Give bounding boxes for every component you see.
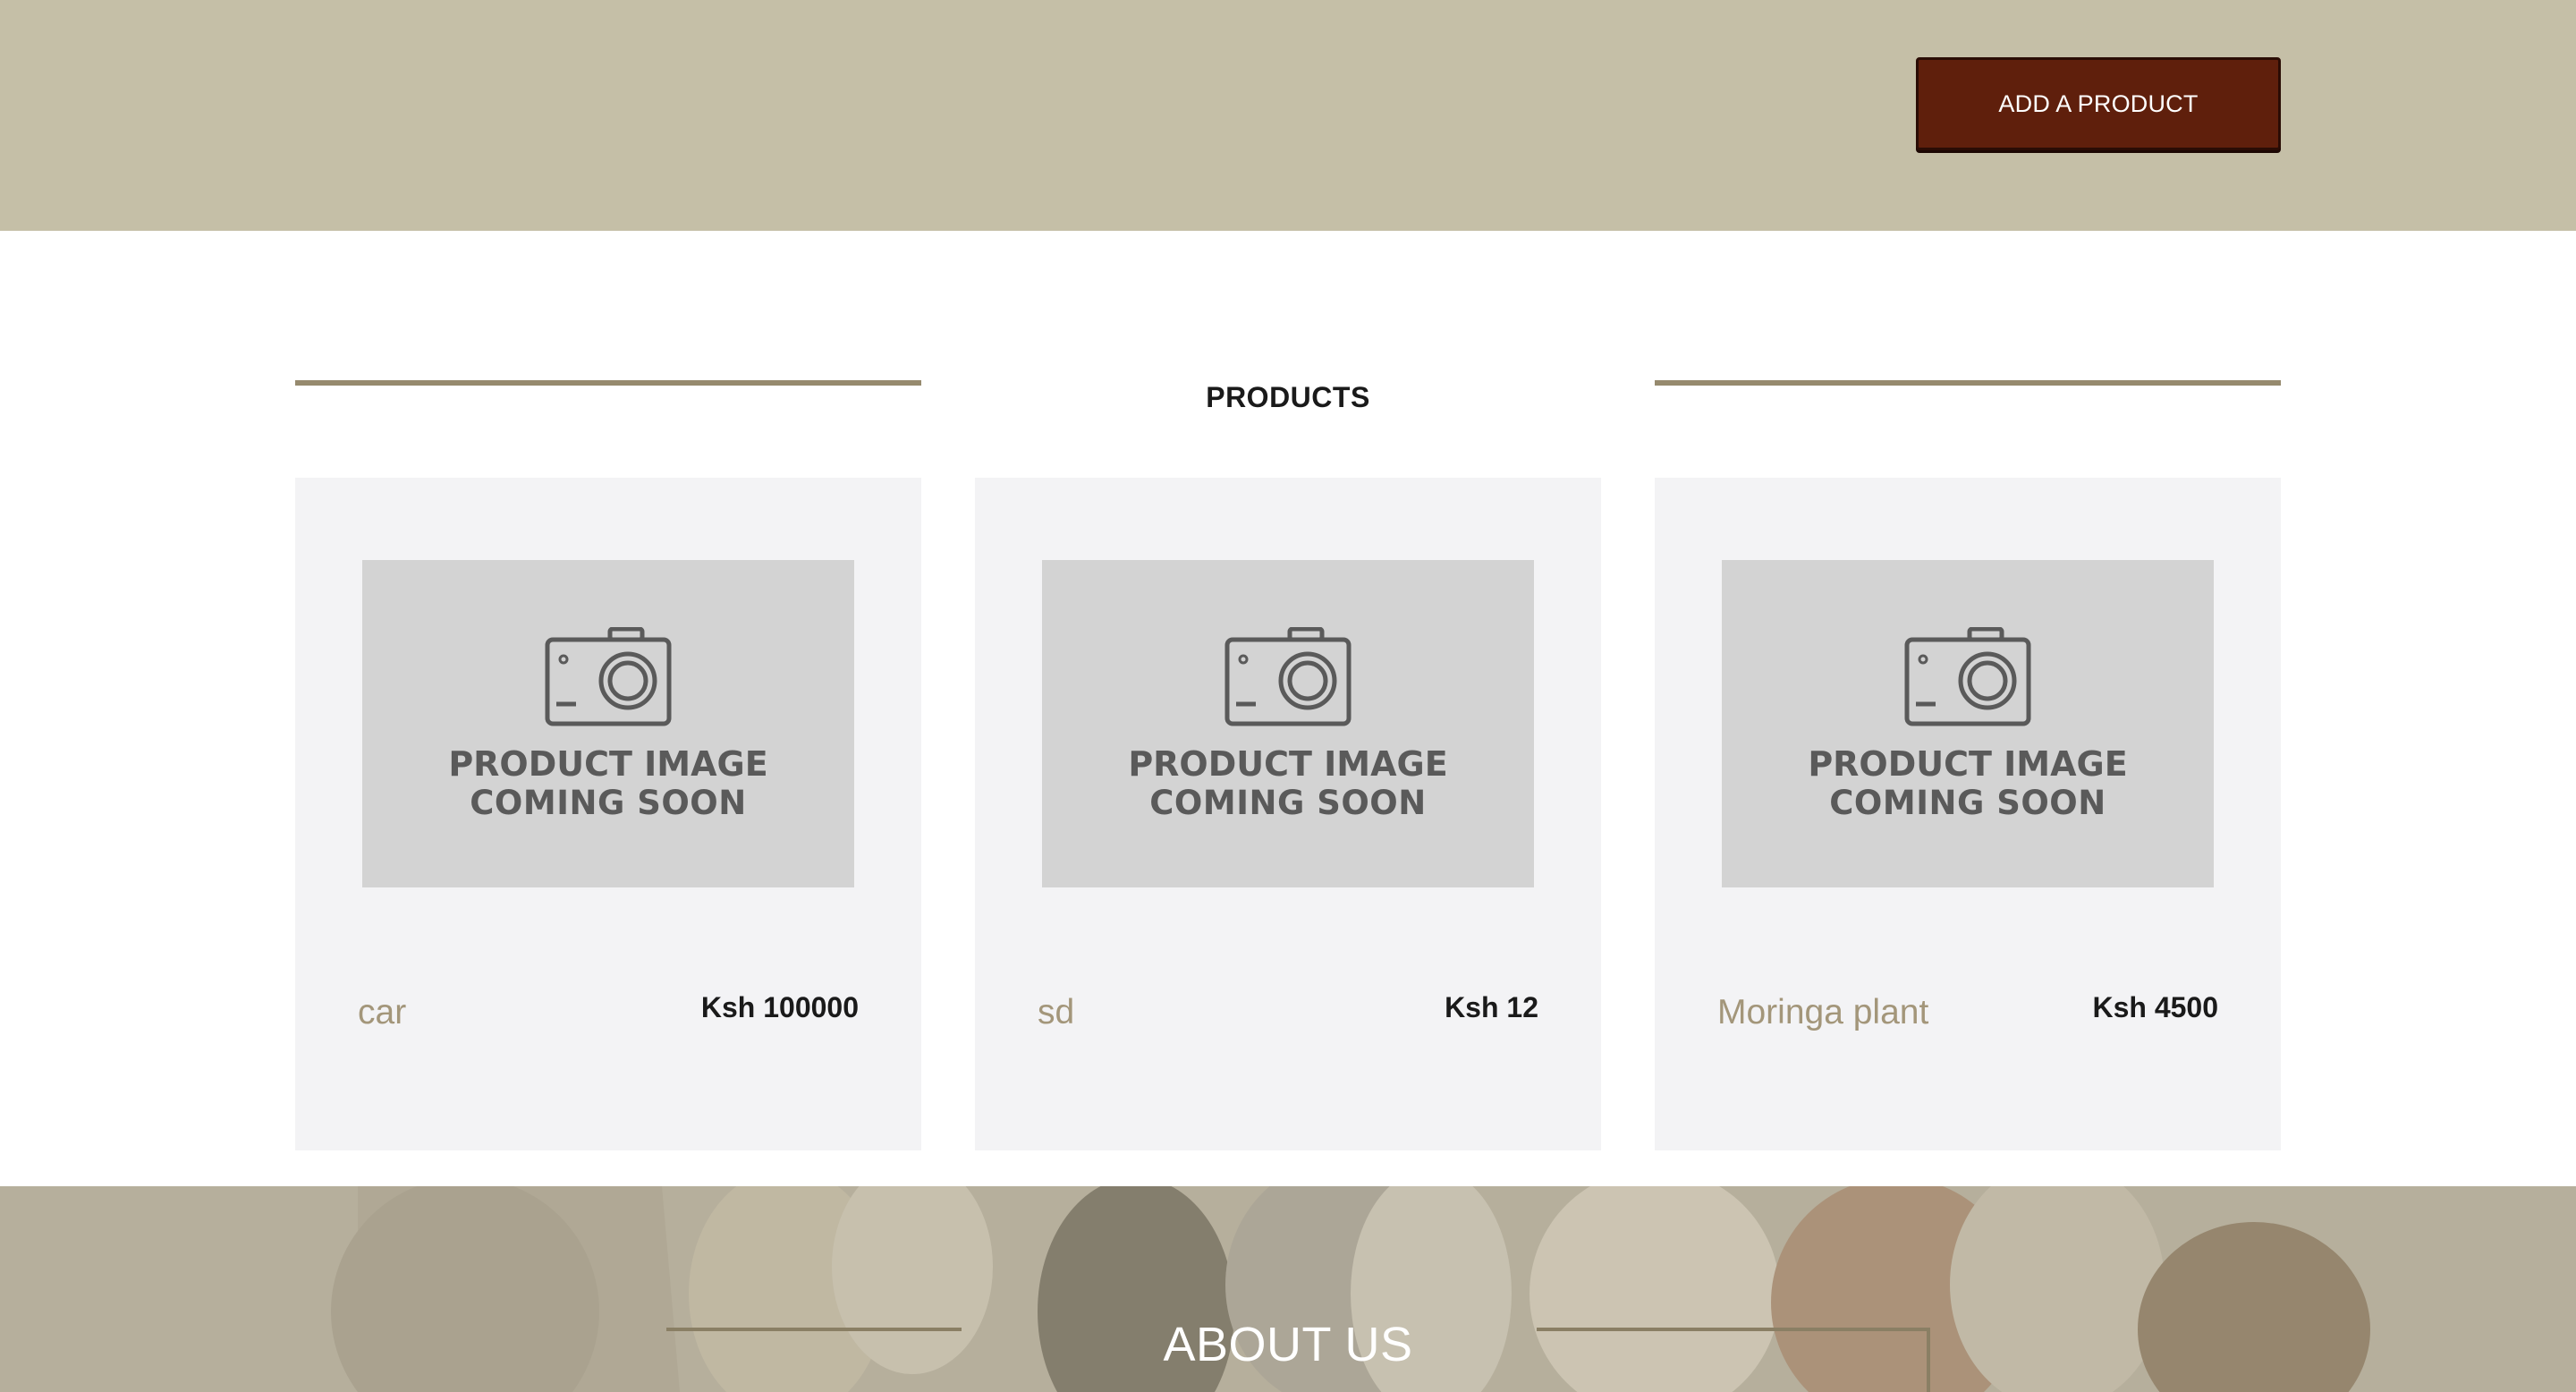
camera-icon	[1224, 627, 1352, 726]
placeholder-subtitle: COMING SOON	[1149, 784, 1427, 822]
product-card[interactable]: PRODUCT IMAGE COMING SOON car Ksh 100000	[295, 478, 921, 1150]
product-price: Ksh 12	[1445, 991, 1538, 1023]
product-image-placeholder: PRODUCT IMAGE COMING SOON	[1722, 560, 2214, 887]
product-image-placeholder: PRODUCT IMAGE COMING SOON	[362, 560, 854, 887]
product-image-placeholder: PRODUCT IMAGE COMING SOON	[1042, 560, 1534, 887]
product-name[interactable]: sd	[1038, 993, 1074, 1032]
product-price: Ksh 100000	[700, 991, 859, 1023]
placeholder-title: PRODUCT IMAGE	[1808, 744, 2128, 784]
camera-icon	[545, 627, 672, 726]
placeholder-title: PRODUCT IMAGE	[1128, 744, 1448, 784]
placeholder-title: PRODUCT IMAGE	[448, 744, 768, 784]
product-name[interactable]: Moringa plant	[1717, 993, 1928, 1032]
product-card[interactable]: PRODUCT IMAGE COMING SOON Moringa plant …	[1655, 478, 2281, 1150]
placeholder-subtitle: COMING SOON	[1829, 784, 2106, 822]
add-product-button[interactable]: ADD A PRODUCT	[1916, 57, 2281, 150]
placeholder-subtitle: COMING SOON	[470, 784, 747, 822]
camera-icon	[1904, 627, 2031, 726]
about-heading: ABOUT US	[1163, 1318, 1413, 1371]
product-card[interactable]: PRODUCT IMAGE COMING SOON sd Ksh 12	[975, 478, 1601, 1150]
products-heading: PRODUCTS	[1206, 381, 1370, 413]
top-header: ADD A PRODUCT	[0, 0, 2576, 231]
about-section: ABOUT US	[0, 1186, 2576, 1392]
section-divider-right	[1655, 380, 2281, 386]
product-price: Ksh 4500	[2092, 991, 2218, 1023]
product-name[interactable]: car	[358, 993, 406, 1032]
